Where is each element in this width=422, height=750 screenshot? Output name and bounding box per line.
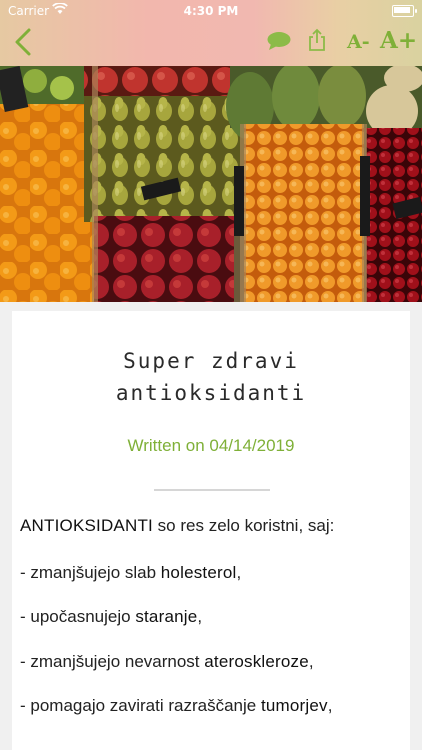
chat-bubble-icon[interactable] <box>266 31 292 51</box>
list-item-punct: , <box>197 607 203 626</box>
status-bar: Carrier 4:30 PM <box>0 0 422 22</box>
article-title: Super zdravi antioksidanti <box>0 345 422 409</box>
list-item: - zmanjšujejo slab holesterol, <box>20 563 241 583</box>
article-title-line-2: antioksidanti <box>115 381 307 405</box>
font-increase-button[interactable]: A+ <box>380 27 417 54</box>
list-item-punct: , <box>327 696 333 715</box>
font-decrease-button[interactable]: A- <box>347 31 370 53</box>
list-item-punct: , <box>308 652 314 671</box>
hero-image-fruit-market <box>0 66 422 302</box>
list-item-keyword: tumorjev <box>260 696 328 715</box>
navigation-bar: Carrier 4:30 PM A- A+ <box>0 0 422 66</box>
list-item-keyword: holesterol <box>160 563 237 582</box>
article-title-line-1: Super zdravi <box>123 349 299 373</box>
list-item-text: - zmanjšujejo nevarnost <box>20 652 205 671</box>
list-item-text: - upočasnujejo <box>20 607 136 626</box>
list-item-text: - pomagajo zavirati razraščanje <box>20 696 261 715</box>
list-item-keyword: ateroskleroze <box>204 652 309 671</box>
status-time: 4:30 PM <box>183 4 239 18</box>
divider <box>154 489 270 491</box>
list-item: - zmanjšujejo nevarnost ateroskleroze, <box>20 652 314 672</box>
intro-keyword: ANTIOKSIDANTI <box>20 516 153 535</box>
battery-icon <box>392 5 417 17</box>
article-date: Written on 04/14/2019 <box>127 436 295 455</box>
list-item-punct: , <box>236 563 242 582</box>
list-item-text: - zmanjšujejo slab <box>20 563 161 582</box>
share-icon[interactable] <box>307 28 327 52</box>
article-intro: ANTIOKSIDANTI so res zelo koristni, saj: <box>20 516 334 536</box>
back-chevron-icon[interactable] <box>10 27 38 57</box>
list-item: - pomagajo zavirati razraščanje tumorjev… <box>20 696 332 716</box>
list-item: - upočasnujejo staranje, <box>20 607 202 627</box>
list-item-keyword: staranje <box>135 607 198 626</box>
intro-text: so res zelo koristni, saj: <box>152 516 335 535</box>
